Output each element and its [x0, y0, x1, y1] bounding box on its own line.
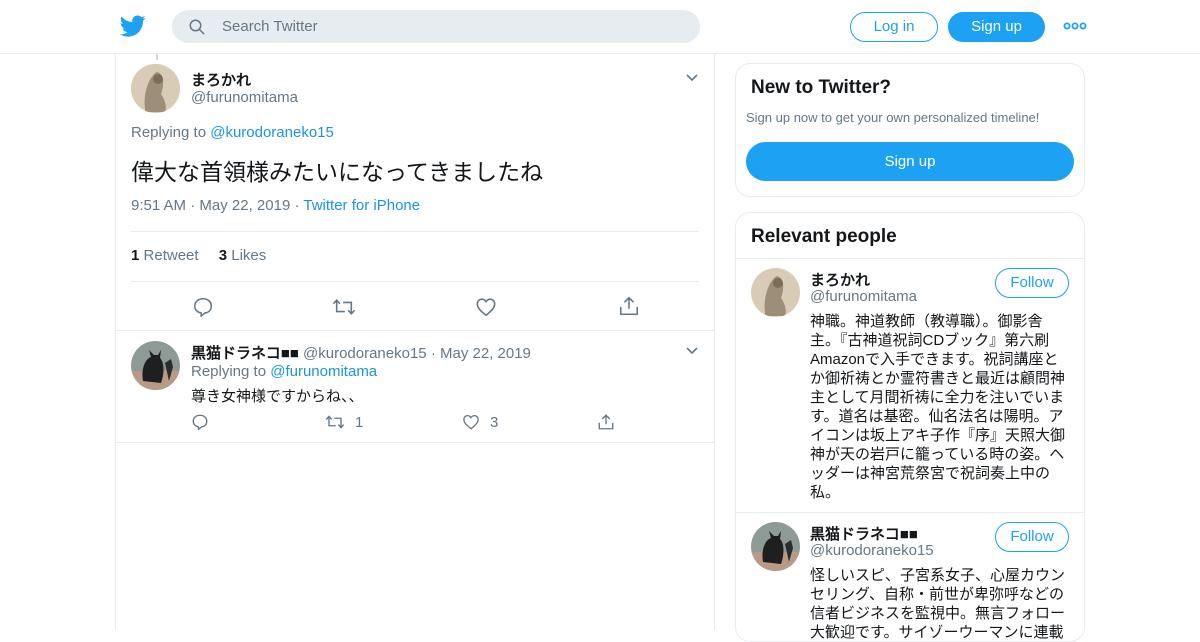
search-box[interactable] — [172, 10, 700, 43]
reply-like-action[interactable]: 3 — [462, 413, 498, 431]
divider — [736, 512, 1084, 513]
tweet-time[interactable]: 9:51 AM — [131, 197, 186, 214]
meta-separator: · — [430, 345, 436, 362]
divider — [131, 231, 699, 232]
divider — [736, 258, 1084, 259]
reply-icon[interactable] — [191, 413, 209, 431]
tweet-author-handle[interactable]: @furunomitama — [191, 89, 298, 106]
like-icon — [463, 414, 479, 430]
avatar-artwork-icon — [131, 64, 180, 113]
replying-to-line: Replying to @kurodoraneko15 — [131, 124, 334, 141]
login-button[interactable]: Log in — [850, 12, 938, 42]
signup-button-top[interactable]: Sign up — [948, 12, 1045, 42]
search-input[interactable] — [222, 10, 682, 43]
person-handle[interactable]: @furunomitama — [810, 288, 917, 305]
avatar[interactable] — [131, 341, 180, 390]
twitter-bird-logo-icon[interactable] — [120, 13, 146, 39]
replying-to-line: Replying to @furunomitama — [191, 363, 377, 380]
follow-button[interactable]: Follow — [995, 268, 1069, 298]
retweet-icon — [325, 415, 345, 429]
like-count: 3 — [218, 247, 228, 264]
person-handle[interactable]: @kurodoraneko15 — [810, 542, 934, 559]
replying-to-label: Replying to — [191, 363, 271, 380]
replying-to-label: Replying to — [131, 124, 211, 141]
person-bio: 怪しいスピ、子宮系女子、心屋カウンセリング、自称・前世が卑弥呼などの信者ビジネス… — [810, 567, 1066, 641]
new-to-twitter-card: New to Twitter? Sign up now to get your … — [735, 63, 1085, 197]
reply-author-name[interactable]: 黒猫ドラネコ■■ — [191, 345, 299, 362]
divider — [116, 330, 714, 331]
new-to-twitter-title: New to Twitter? — [751, 77, 892, 98]
tweet-date[interactable]: May 22, 2019 — [199, 197, 290, 214]
relevant-people-card: Relevant people まろかれ @furunomitama Follo… — [735, 212, 1085, 642]
reply-text: 尊き女神様ですからね、、 — [191, 388, 364, 405]
tweet-stats: 1 Retweet 3 Likes — [131, 247, 266, 264]
meta-separator: · — [294, 197, 300, 214]
conversation-column: まろかれ @furunomitama Replying to @kurodora… — [115, 54, 715, 630]
retweet-stat[interactable]: 1 Retweet — [131, 247, 203, 264]
retweet-count: 1 — [131, 247, 140, 264]
person-name[interactable]: 黒猫ドラネコ■■ — [810, 523, 918, 544]
avatar-black-cat-icon — [131, 341, 180, 390]
replying-to-link[interactable]: @kurodoraneko15 — [210, 124, 334, 141]
tweet-source-link[interactable]: Twitter for iPhone — [303, 197, 420, 214]
like-icon[interactable] — [475, 296, 497, 318]
retweet-icon[interactable] — [332, 296, 356, 318]
tweet-meta: 9:51 AM · May 22, 2019 · Twitter for iPh… — [131, 197, 420, 214]
likes-stat[interactable]: 3 Likes — [219, 247, 267, 264]
likes-label: Likes — [231, 247, 267, 264]
avatar[interactable] — [751, 268, 800, 317]
like-count: 3 — [490, 413, 499, 431]
new-to-twitter-subtitle: Sign up now to get your own personalized… — [746, 110, 1040, 125]
relevant-people-title: Relevant people — [751, 226, 897, 247]
share-icon[interactable] — [597, 413, 615, 431]
search-icon — [189, 19, 205, 35]
more-options-icon[interactable] — [1063, 16, 1087, 36]
signup-button[interactable]: Sign up — [746, 142, 1074, 181]
reply-author-handle[interactable]: @kurodoraneko15 — [303, 345, 427, 362]
share-icon[interactable] — [618, 295, 640, 317]
avatar[interactable] — [751, 522, 800, 571]
avatar-black-cat-icon — [751, 522, 800, 571]
reply-retweet-action[interactable]: 1 — [325, 413, 363, 431]
chevron-down-icon[interactable] — [685, 73, 699, 83]
replying-to-link[interactable]: @furunomitama — [270, 363, 377, 380]
reply-header: 黒猫ドラネコ■■ @kurodoraneko15 · May 22, 2019 — [191, 342, 531, 363]
person-bio: 神職。神道教師（教導職）。御影舎主。『古神道祝詞CDブック』第六刷Amazonで… — [810, 313, 1066, 501]
divider — [131, 281, 699, 282]
reply-icon[interactable] — [192, 296, 214, 318]
retweet-label: Retweet — [143, 247, 199, 264]
tweet-author-name[interactable]: まろかれ — [191, 69, 251, 90]
chevron-down-icon[interactable] — [685, 346, 699, 356]
reply-date[interactable]: May 22, 2019 — [440, 345, 531, 362]
divider — [116, 442, 714, 443]
tweet-text: 偉大な首領様みたいになってきましたね — [131, 159, 544, 185]
follow-button[interactable]: Follow — [995, 522, 1069, 552]
top-navigation-bar: Log in Sign up — [0, 0, 1200, 54]
person-name[interactable]: まろかれ — [810, 269, 870, 290]
thread-connector-line — [156, 54, 158, 60]
meta-separator: · — [190, 197, 196, 214]
avatar[interactable] — [131, 64, 180, 113]
avatar-artwork-icon — [751, 268, 800, 317]
retweet-count: 1 — [355, 413, 364, 431]
